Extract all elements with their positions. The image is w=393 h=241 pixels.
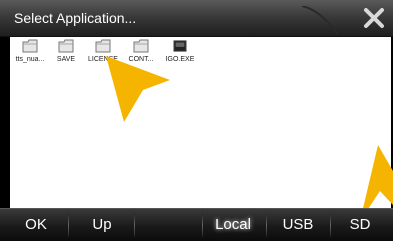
file-label: tts_nua... (15, 56, 45, 63)
toolbar-divider (68, 213, 69, 237)
folder-icon (22, 39, 38, 53)
toolbar-divider (266, 213, 267, 237)
toolbar-divider (202, 213, 203, 237)
select-application-dialog: Select Application... tts_nua... SAVE LI… (0, 0, 393, 241)
dialog-title: Select Application... (14, 10, 137, 26)
file-item-save[interactable]: SAVE (48, 39, 84, 69)
file-list: tts_nua... SAVE LICENSE CONT... IGO.EXE (10, 37, 391, 208)
folder-icon (58, 39, 74, 53)
title-bar-decoration (301, 6, 339, 35)
pointer-arrow (106, 56, 170, 122)
toolbar-divider (330, 213, 331, 237)
bottom-toolbar: OK Up Local USB SD (0, 208, 393, 241)
sd-button[interactable]: SD (336, 209, 384, 241)
folder-icon (95, 39, 111, 53)
usb-button[interactable]: USB (272, 209, 324, 241)
toolbar-divider (134, 213, 135, 237)
folder-icon (133, 39, 149, 53)
local-button[interactable]: Local (208, 209, 258, 241)
close-icon[interactable] (361, 5, 387, 31)
file-item-tts-nua[interactable]: tts_nua... (12, 39, 48, 69)
exe-icon (173, 40, 187, 52)
title-bar: Select Application... (0, 0, 393, 37)
ok-button[interactable]: OK (14, 209, 58, 241)
up-button[interactable]: Up (80, 209, 124, 241)
file-label: SAVE (56, 56, 76, 63)
